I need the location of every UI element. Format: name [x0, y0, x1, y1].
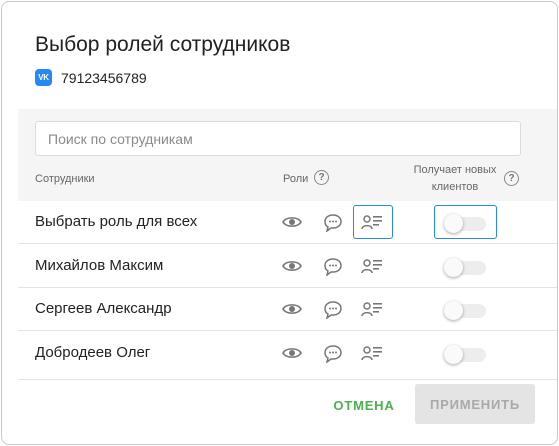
roles-help-icon[interactable]: ? [314, 170, 329, 185]
row-name: Сергеев Александр [35, 300, 172, 317]
search-input[interactable] [35, 121, 521, 156]
contact-card-icon[interactable] [361, 342, 383, 364]
row-name: Выбрать роль для всех [35, 213, 198, 230]
table-row: Сергеев Александр [18, 288, 557, 331]
chat-icon[interactable] [322, 211, 344, 233]
new-clients-toggle[interactable] [444, 214, 488, 233]
contact-card-icon[interactable] [361, 255, 383, 277]
chat-icon[interactable] [322, 342, 344, 364]
new-clients-help-icon[interactable]: ? [504, 171, 519, 186]
new-clients-toggle[interactable] [444, 301, 488, 320]
table-row: Михайлов Максим [18, 245, 557, 288]
column-receives-new-clients: Получает новых клиентов [410, 162, 500, 196]
column-receives-line2: клиентов [431, 181, 479, 193]
column-employees: Сотрудники [35, 173, 95, 185]
chat-icon[interactable] [322, 298, 344, 320]
dialog-title: Выбор ролей сотрудников [35, 33, 291, 56]
row-name: Добродеев Олег [35, 344, 151, 361]
phone-number: 79123456789 [61, 69, 147, 86]
vk-icon: VK [35, 69, 52, 86]
eye-icon[interactable] [281, 255, 303, 277]
contact-card-icon[interactable] [361, 298, 383, 320]
table-row-select-all: Выбрать роль для всех [18, 201, 557, 244]
row-name: Михайлов Максим [35, 257, 164, 274]
roles-dialog: Выбор ролей сотрудников VK 79123456789 С… [1, 1, 558, 445]
column-receives-line1: Получает новых [413, 164, 497, 176]
table-header: Сотрудники Роли ? Получает новых клиенто… [18, 109, 557, 201]
column-roles: Роли [283, 173, 309, 185]
apply-button[interactable]: ПРИМЕНИТЬ [415, 384, 535, 424]
new-clients-toggle[interactable] [444, 258, 488, 277]
contact-card-icon[interactable] [361, 211, 383, 233]
new-clients-toggle[interactable] [444, 345, 488, 364]
account-row: VK 79123456789 [35, 69, 147, 86]
footer-divider [18, 379, 557, 380]
eye-icon[interactable] [281, 342, 303, 364]
eye-icon[interactable] [281, 211, 303, 233]
eye-icon[interactable] [281, 298, 303, 320]
cancel-button[interactable]: ОТМЕНА [324, 392, 404, 418]
table-row: Добродеев Олег [18, 332, 557, 375]
chat-icon[interactable] [322, 255, 344, 277]
employees-panel: Сотрудники Роли ? Получает новых клиенто… [18, 109, 557, 379]
